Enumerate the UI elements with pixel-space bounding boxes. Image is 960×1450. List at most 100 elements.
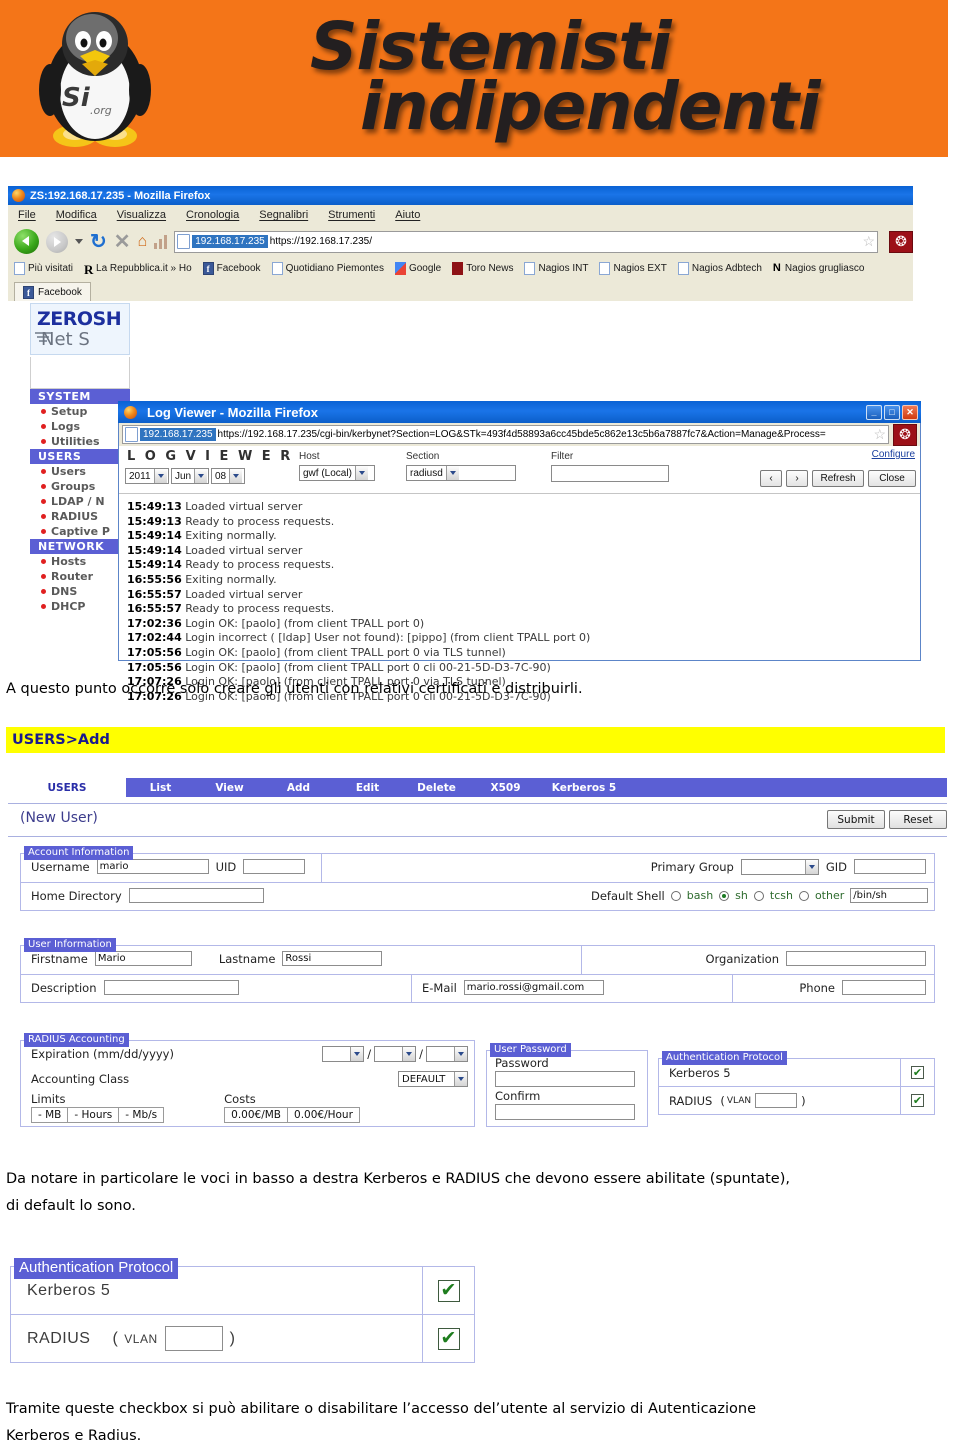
sidebar-item-ldap-nis[interactable]: LDAP / N <box>30 494 130 509</box>
limit-mbps[interactable]: - Mb/s <box>119 1108 163 1122</box>
sidebar-item-users[interactable]: Users <box>30 464 130 479</box>
reset-button[interactable]: Reset <box>889 810 947 829</box>
prev-page-button[interactable]: ‹ <box>760 470 782 487</box>
sidebar-item-utilities[interactable]: Utilities <box>30 434 130 449</box>
sidebar-item-dns[interactable]: DNS <box>30 584 130 599</box>
kerberos-checkbox-zoom[interactable] <box>437 1279 460 1302</box>
organization-input[interactable] <box>786 951 926 966</box>
sidebar-item-groups[interactable]: Groups <box>30 479 130 494</box>
menu-item-visualizza[interactable]: Visualizza <box>117 209 166 221</box>
minimize-icon[interactable]: _ <box>866 404 882 420</box>
sidebar-item-dhcp[interactable]: DHCP <box>30 599 130 614</box>
sidebar-item-radius[interactable]: RADIUS <box>30 509 130 524</box>
phone-input[interactable] <box>842 980 926 995</box>
log-viewer-address-bar[interactable]: 192.168.17.235 https://192.168.17.235/cg… <box>122 425 889 444</box>
bookmark-quotidiano[interactable]: Quotidiano Piemontes <box>271 262 384 275</box>
close-button[interactable]: Close <box>868 470 916 487</box>
bookmark-facebook[interactable]: f Facebook <box>202 262 261 275</box>
home-directory-input[interactable] <box>128 888 264 903</box>
password-input[interactable] <box>495 1071 635 1087</box>
site-identity-icon[interactable]: ❂ <box>893 423 917 446</box>
firefox-menubar[interactable]: File Modifica Visualizza Cronologia Segn… <box>8 205 913 225</box>
submit-button[interactable]: Submit <box>827 810 885 829</box>
host-select[interactable]: gwf (Local) <box>299 465 375 481</box>
menu-item-file[interactable]: File <box>18 209 36 221</box>
menu-item-modifica[interactable]: Modifica <box>56 209 97 221</box>
tab-users-section[interactable]: USERS <box>8 778 126 797</box>
menu-item-strumenti[interactable]: Strumenti <box>328 209 375 221</box>
vlan-input[interactable] <box>755 1093 798 1108</box>
back-icon[interactable] <box>14 229 39 254</box>
bookmark-nagios-ext[interactable]: Nagios EXT <box>599 262 667 275</box>
configure-link[interactable]: Configure <box>872 449 915 460</box>
sidebar-item-captive-portal[interactable]: Captive P <box>30 524 130 539</box>
tab-edit[interactable]: Edit <box>333 778 402 797</box>
shell-radio-tcsh[interactable] <box>753 890 764 901</box>
primary-group-select[interactable] <box>740 858 819 875</box>
address-url-text[interactable]: https://192.168.17.235/ <box>270 236 372 247</box>
gid-input[interactable] <box>854 859 926 874</box>
day-select[interactable]: 08 <box>211 468 245 484</box>
radius-checkbox-zoom[interactable] <box>437 1327 460 1350</box>
email-input[interactable]: mario.rossi@gmail.com <box>463 980 604 995</box>
section-select[interactable]: radiusd <box>406 465 516 481</box>
bookmark-nagios-grugliasco[interactable]: N Nagios grugliasco <box>773 262 865 275</box>
bookmark-star-icon[interactable]: ☆ <box>873 426 886 443</box>
limit-mb[interactable]: - MB <box>32 1108 69 1122</box>
chevron-down-icon[interactable] <box>75 239 83 244</box>
kerberos-checkbox[interactable] <box>911 1066 924 1079</box>
tab-view[interactable]: View <box>195 778 264 797</box>
tab-add[interactable]: Add <box>264 778 333 797</box>
tab-kerberos5[interactable]: Kerberos 5 <box>540 778 628 797</box>
filter-input[interactable] <box>551 465 669 482</box>
year-select[interactable]: 2011 <box>125 468 169 484</box>
confirm-password-input[interactable] <box>495 1104 635 1120</box>
tab-delete[interactable]: Delete <box>402 778 471 797</box>
month-select[interactable]: Jun <box>171 468 209 484</box>
sidebar-item-hosts[interactable]: Hosts <box>30 554 130 569</box>
bookmark-most-visited[interactable]: Più visitati <box>14 262 73 275</box>
bookmark-repubblica[interactable]: R La Repubblica.it » Ho <box>84 262 192 277</box>
address-url-text[interactable]: https://192.168.17.235/cgi-bin/kerbynet?… <box>218 429 826 440</box>
tab-facebook[interactable]: f Facebook <box>14 282 91 301</box>
tab-x509[interactable]: X509 <box>471 778 540 797</box>
shell-other-input[interactable]: /bin/sh <box>850 888 929 903</box>
expiration-day-select[interactable] <box>374 1046 417 1062</box>
stats-bars-icon[interactable] <box>154 234 168 249</box>
menu-item-segnalibri[interactable]: Segnalibri <box>259 209 308 221</box>
cost-per-mb[interactable]: 0.00€/MB <box>225 1108 289 1122</box>
accounting-class-select[interactable]: DEFAULT <box>398 1071 468 1087</box>
bookmark-toro-news[interactable]: Toro News <box>452 262 513 275</box>
expiration-month-select[interactable] <box>322 1046 365 1062</box>
sidebar-item-setup[interactable]: Setup <box>30 404 130 419</box>
tab-list[interactable]: List <box>126 778 195 797</box>
sidebar-item-router[interactable]: Router <box>30 569 130 584</box>
description-input[interactable] <box>103 980 239 995</box>
cost-per-hour[interactable]: 0.00€/Hour <box>288 1108 359 1122</box>
expiration-year-select[interactable] <box>426 1046 468 1062</box>
close-icon[interactable]: ✕ <box>902 404 918 420</box>
address-bar[interactable]: 192.168.17.235 https://192.168.17.235/ ☆ <box>174 230 878 253</box>
uid-input[interactable] <box>243 859 306 874</box>
bookmark-google[interactable]: Google <box>394 262 441 275</box>
lastname-input[interactable]: Rossi <box>282 951 383 966</box>
next-page-button[interactable]: › <box>786 470 808 487</box>
maximize-icon[interactable]: □ <box>884 404 900 420</box>
site-identity-icon[interactable]: ❂ <box>889 230 913 253</box>
bookmark-nagios-adbtech[interactable]: Nagios Adbtech <box>677 262 762 275</box>
menu-item-aiuto[interactable]: Aiuto <box>395 209 420 221</box>
bookmark-nagios-int[interactable]: Nagios INT <box>524 262 588 275</box>
username-input[interactable]: mario <box>96 859 209 874</box>
shell-radio-sh[interactable] <box>719 890 730 901</box>
forward-icon[interactable] <box>46 230 68 253</box>
vlan-input-zoom[interactable] <box>164 1326 223 1351</box>
stop-icon[interactable]: ✕ <box>114 229 131 254</box>
sidebar-item-logs[interactable]: Logs <box>30 419 130 434</box>
home-icon[interactable]: ⌂ <box>138 233 148 251</box>
shell-radio-bash[interactable] <box>670 890 681 901</box>
bookmark-star-icon[interactable]: ☆ <box>862 233 875 250</box>
limit-hours[interactable]: - Hours <box>68 1108 120 1122</box>
reload-icon[interactable]: ↻ <box>90 229 107 254</box>
menu-item-cronologia[interactable]: Cronologia <box>186 209 239 221</box>
refresh-button[interactable]: Refresh <box>812 470 864 487</box>
